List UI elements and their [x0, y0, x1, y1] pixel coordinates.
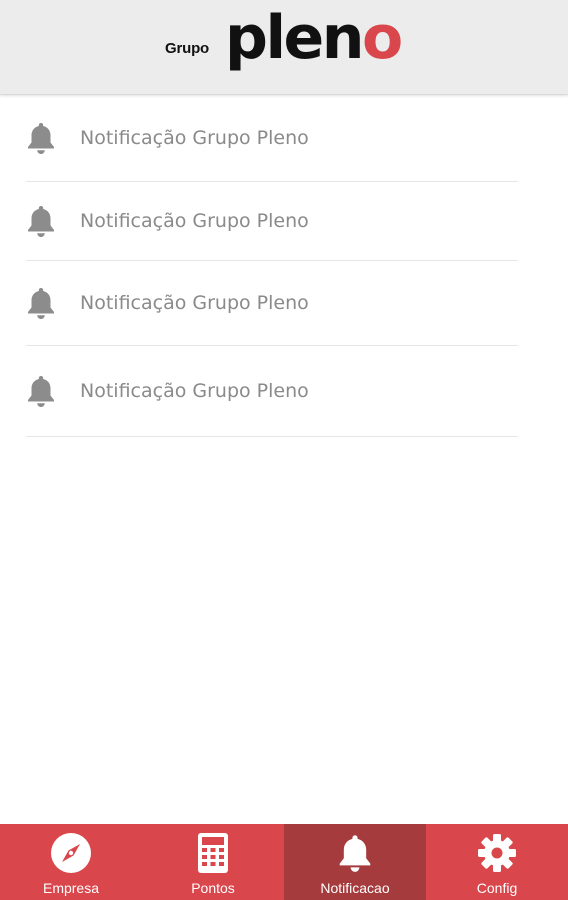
notification-label: Notificação Grupo Pleno — [80, 380, 309, 402]
tab-label: Empresa — [42, 880, 100, 896]
tab-label: Notificacao — [320, 880, 390, 896]
bell-icon — [26, 374, 56, 408]
notification-list: Notificação Grupo Pleno Notificação Grup… — [0, 95, 568, 437]
bell-icon — [26, 204, 56, 238]
notification-item[interactable]: Notificação Grupo Pleno — [26, 182, 518, 261]
tab-empresa[interactable]: Empresa — [0, 824, 142, 900]
bell-icon — [26, 121, 56, 155]
logo-wordmark-main: plen — [225, 3, 364, 73]
bell-icon — [26, 286, 56, 320]
gear-icon — [476, 832, 518, 874]
notification-item[interactable]: Notificação Grupo Pleno — [26, 261, 518, 346]
notification-label: Notificação Grupo Pleno — [80, 210, 309, 232]
tab-label: Config — [476, 880, 518, 896]
logo-wordmark-accent: o — [361, 3, 403, 73]
bell-icon — [334, 832, 376, 874]
calculator-icon — [192, 832, 234, 874]
tab-label: Pontos — [191, 880, 235, 896]
tab-config[interactable]: Config — [426, 824, 568, 900]
notification-label: Notificação Grupo Pleno — [80, 292, 309, 314]
bottom-tab-bar: Empresa Pontos Notificacao Config — [0, 824, 568, 900]
compass-icon — [50, 832, 92, 874]
logo-wordmark: pleno — [225, 8, 403, 68]
tab-notificacao[interactable]: Notificacao — [284, 824, 426, 900]
notification-item[interactable]: Notificação Grupo Pleno — [26, 95, 518, 182]
notification-label: Notificação Grupo Pleno — [80, 127, 309, 149]
logo-prefix: Grupo — [165, 40, 209, 57]
notification-item[interactable]: Notificação Grupo Pleno — [26, 346, 518, 437]
app-header: Grupo pleno — [0, 0, 568, 95]
tab-pontos[interactable]: Pontos — [142, 824, 284, 900]
grupo-pleno-logo: Grupo pleno — [165, 8, 415, 84]
